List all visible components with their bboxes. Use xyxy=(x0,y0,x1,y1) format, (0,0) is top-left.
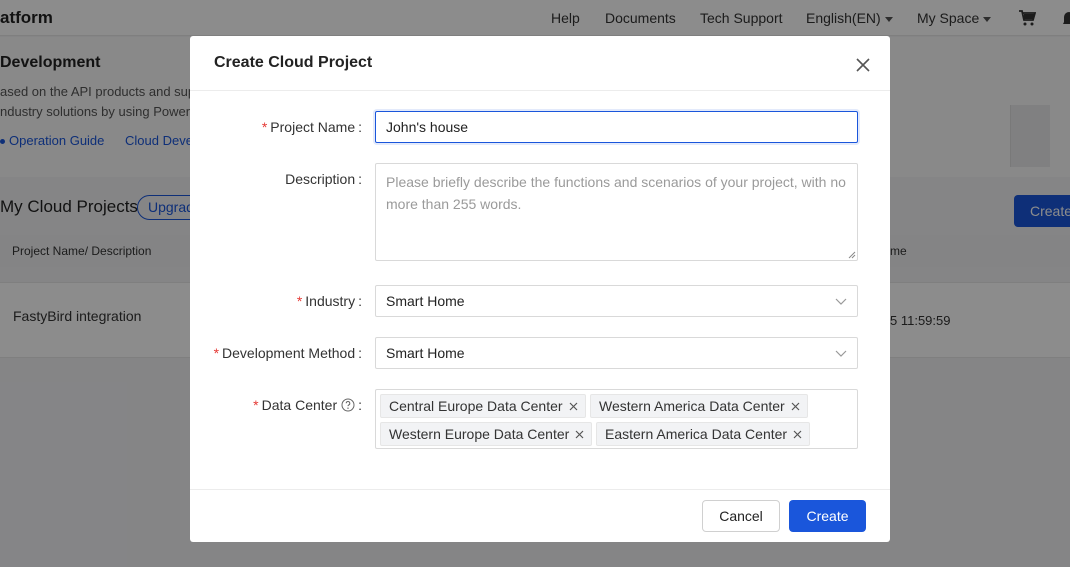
project-name-label-text: Project Name xyxy=(270,119,356,135)
remove-tag-icon[interactable] xyxy=(575,430,584,439)
required-asterisk: * xyxy=(261,119,268,135)
description-placeholder: Please briefly describe the functions an… xyxy=(386,174,846,212)
description-textarea[interactable]: Please briefly describe the functions an… xyxy=(375,163,858,261)
required-asterisk: * xyxy=(296,293,303,309)
remove-tag-icon[interactable] xyxy=(791,402,800,411)
close-icon[interactable] xyxy=(853,55,873,75)
help-circle-icon[interactable] xyxy=(341,398,355,412)
resize-handle-icon[interactable] xyxy=(848,251,856,259)
development-method-label: * Development Method: xyxy=(213,345,362,361)
data-center-tag: Western America Data Center xyxy=(590,394,808,418)
project-name-input[interactable]: John's house xyxy=(375,111,858,143)
industry-select[interactable]: Smart Home xyxy=(375,285,858,317)
cancel-button[interactable]: Cancel xyxy=(702,500,780,532)
dialog-title: Create Cloud Project xyxy=(214,54,373,71)
project-name-label: * Project Name: xyxy=(261,119,362,135)
tag-label: Western Europe Data Center xyxy=(389,426,570,442)
industry-label-text: Industry xyxy=(305,293,356,309)
dialog-footer: Cancel Create xyxy=(190,489,890,542)
description-label-text: Description xyxy=(285,171,356,187)
tag-label: Western America Data Center xyxy=(599,398,785,414)
data-center-multiselect[interactable]: Central Europe Data Center Western Ameri… xyxy=(375,389,858,449)
dialog-header: Create Cloud Project xyxy=(190,36,890,91)
required-asterisk: * xyxy=(213,345,220,361)
development-method-selected-value: Smart Home xyxy=(386,345,465,361)
data-center-label-text: Data Center xyxy=(261,397,338,413)
data-center-label: * Data Center: xyxy=(253,397,362,413)
data-center-tag: Eastern America Data Center xyxy=(596,422,811,446)
data-center-tag: Central Europe Data Center xyxy=(380,394,586,418)
remove-tag-icon[interactable] xyxy=(569,402,578,411)
required-asterisk: * xyxy=(253,397,259,413)
development-method-select[interactable]: Smart Home xyxy=(375,337,858,369)
industry-selected-value: Smart Home xyxy=(386,293,465,309)
tag-label: Central Europe Data Center xyxy=(389,398,563,414)
create-button[interactable]: Create xyxy=(789,500,866,532)
chevron-down-icon xyxy=(835,298,847,305)
chevron-down-icon xyxy=(835,350,847,357)
create-cloud-project-dialog: Create Cloud Project * Project Name: John… xyxy=(190,36,890,542)
industry-label: * Industry: xyxy=(296,293,362,309)
tag-label: Eastern America Data Center xyxy=(605,426,788,442)
data-center-tag: Western Europe Data Center xyxy=(380,422,593,446)
remove-tag-icon[interactable] xyxy=(793,430,802,439)
development-method-label-text: Development Method xyxy=(222,345,356,361)
description-label: Description: xyxy=(285,171,362,187)
